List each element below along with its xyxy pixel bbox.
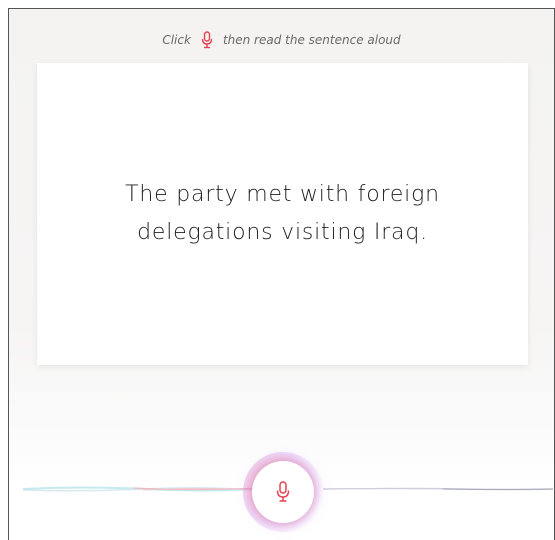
record-button[interactable] [252, 461, 314, 523]
speech-exercise-panel: Click then read the sentence aloud The p… [8, 8, 555, 540]
microphone-icon [276, 481, 290, 502]
instruction-read-text: then read the sentence aloud [222, 33, 401, 47]
microphone-icon [201, 31, 213, 49]
sentence-card: The party met with foreign delegations v… [37, 63, 528, 365]
instruction-line: Click then read the sentence aloud [9, 31, 554, 49]
sentence-text: The party met with foreign delegations v… [125, 182, 440, 245]
instruction-click-text: Click [162, 33, 191, 47]
